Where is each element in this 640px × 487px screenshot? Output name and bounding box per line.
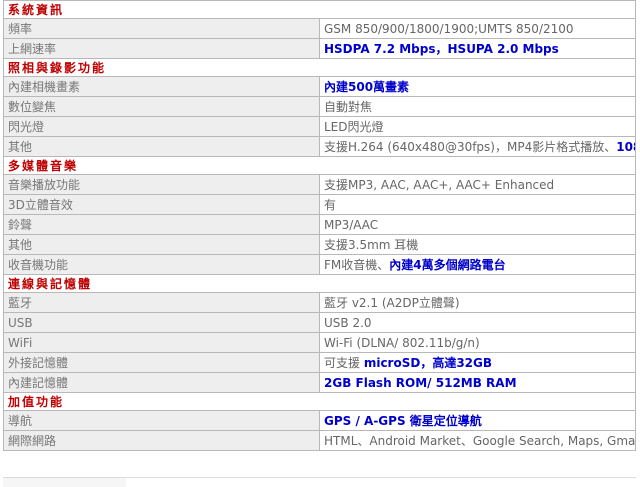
spec-row: 收音機功能 FM收音機、內建4萬多個網路電台 [3,254,636,275]
spec-label: USB [3,312,320,333]
spec-value: GSM 850/900/1800/1900;UMTS 850/2100 [319,18,636,39]
spec-row: 藍牙 藍牙 v2.1 (A2DP立體聲) [3,292,636,313]
spec-label: 音樂播放功能 [3,174,320,195]
spec-value: 2GB Flash ROM/ 512MB RAM [319,372,636,393]
spec-label: 數位變焦 [3,96,320,117]
value-text: GSM 850/900/1800/1900;UMTS 850/2100 [324,21,574,36]
highlight-text: 1080P Full HD錄放影 [616,140,634,154]
spec-row: 音樂播放功能 支援MP3, AAC, AAC+, AAC+ Enhanced [3,174,636,195]
highlight-text: HSDPA 7.2 Mbps，HSUPA 2.0 Mbps [324,42,559,56]
section-title: 加值功能 [3,392,636,411]
section-title: 系統資訊 [3,0,636,19]
section-header: 系統資訊 [3,0,636,19]
spec-row: 閃光燈 LED閃光燈 [3,116,636,137]
spec-value: USB 2.0 [319,312,636,333]
spec-row: 內建記憶體 2GB Flash ROM/ 512MB RAM [3,372,636,393]
value-text: 可支援 [324,356,364,370]
value-text: 支援H.264 (640x480@30fps)，MP4影片格式播放、 [324,140,617,154]
value-text: 支援3.5mm 耳機 [324,238,419,252]
section-header: 照相與錄影功能 [3,58,636,77]
value-text: MP3/AAC [324,217,379,232]
section-header: 加值功能 [3,392,636,411]
spec-label: 其他 [3,234,320,255]
spec-label: 網際網路 [3,430,320,451]
value-text: LED閃光燈 [324,120,384,134]
spec-value: 有 [319,194,636,215]
spec-row: 鈴聲 MP3/AAC [3,214,636,235]
spec-value: HTML、Android Market、Google Search, Maps,… [319,430,636,451]
spec-label: 內建記憶體 [3,372,320,393]
section-title: 連線與記憶體 [3,274,636,293]
section-header: 多媒體音樂 [3,156,636,175]
spec-row: 3D立體音效有 [3,194,636,215]
spec-label: 上網速率 [3,38,320,59]
spec-label: 收音機功能 [3,254,320,275]
spec-row: 頻率 GSM 850/900/1800/1900;UMTS 850/2100 [3,18,636,39]
spec-row: 網際網路 HTML、Android Market、Google Search, M… [3,430,636,451]
value-text: USB 2.0 [324,315,372,330]
spec-label: 內建相機畫素 [3,76,320,97]
spec-label: 頻率 [3,18,320,39]
spec-value: 內建500萬畫素 [319,76,636,97]
spec-value: Wi-Fi (DLNA/ 802.11b/g/n) [319,332,636,353]
value-text: 藍牙 v2.1 (A2DP立體聲) [324,296,460,310]
spec-value: FM收音機、內建4萬多個網路電台 [319,254,636,275]
spec-value: 支援MP3, AAC, AAC+, AAC+ Enhanced [319,174,636,195]
spec-row: 外接記憶體 可支援 microSD，高達32GB [3,352,636,373]
spec-value: MP3/AAC [319,214,636,235]
spec-label: 閃光燈 [3,116,320,137]
spec-value: LED閃光燈 [319,116,636,137]
spec-row: 其他 支援3.5mm 耳機 [3,234,636,255]
spec-value: GPS / A-GPS 衛星定位導航 [319,410,636,431]
highlight-text: 2GB Flash ROM/ 512MB RAM [324,375,517,390]
spec-value: 支援3.5mm 耳機 [319,234,636,255]
spec-label: 外接記憶體 [3,352,320,373]
spec-row: 數位變焦 自動對焦 [3,96,636,117]
spec-value: 可支援 microSD，高達32GB [319,352,636,373]
section-header: 連線與記憶體 [3,274,636,293]
section-title: 照相與錄影功能 [3,58,636,77]
value-text: Wi-Fi (DLNA/ 802.11b/g/n) [324,335,480,350]
spec-value: 自動對焦 [319,96,636,117]
spec-row: WiFi Wi-Fi (DLNA/ 802.11b/g/n) [3,332,636,353]
section-title: 多媒體音樂 [3,156,636,175]
spec-row: 導航 GPS / A-GPS 衛星定位導航 [3,410,636,431]
spec-value: HSDPA 7.2 Mbps，HSUPA 2.0 Mbps [319,38,636,59]
highlight-text: 內建4萬多個網路電台 [389,258,506,272]
highlight-text: microSD，高達32GB [363,356,493,370]
value-text: HTML、Android Market、Google Search, Maps,… [324,434,636,448]
spec-row: 內建相機畫素 內建500萬畫素 [3,76,636,97]
spec-label: 藍牙 [3,292,320,313]
spec-label: 導航 [3,410,320,431]
spec-row: 上網速率 HSDPA 7.2 Mbps，HSUPA 2.0 Mbps [3,38,636,59]
spec-value: 支援H.264 (640x480@30fps)，MP4影片格式播放、1080P … [319,136,636,157]
value-text: FM收音機、 [324,258,390,272]
value-text: 自動對焦 [324,100,373,114]
spec-row: USB USB 2.0 [3,312,636,333]
spec-row: 其他支援H.264 (640x480@30fps)，MP4影片格式播放、1080… [3,136,636,157]
spec-label: 3D立體音效 [3,194,320,215]
highlight-text: GPS / A-GPS 衛星定位導航 [324,414,482,428]
value-text: 支援MP3, AAC, AAC+, AAC+ Enhanced [324,178,555,192]
value-text: 有 [324,198,337,212]
spec-table: 系統資訊 頻率 GSM 850/900/1800/1900;UMTS 850/210… [3,0,636,451]
spec-label: 鈴聲 [3,214,320,235]
spec-label: WiFi [3,332,320,353]
highlight-text: 內建500萬畫素 [324,80,410,94]
spec-label: 其他 [3,136,320,157]
spec-value: 藍牙 v2.1 (A2DP立體聲) [319,292,636,313]
